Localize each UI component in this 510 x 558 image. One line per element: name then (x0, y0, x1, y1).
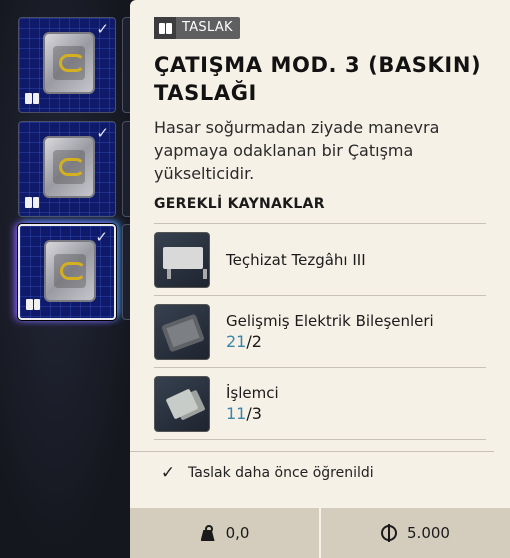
learned-check-icon: ✓ (96, 124, 109, 142)
divider (154, 367, 486, 368)
requirement-name: Gelişmiş Elektrik Bileşenleri (226, 312, 434, 330)
blueprint-crate-icon (43, 32, 95, 94)
processor-chip-icon (154, 376, 210, 432)
currency-icon (381, 524, 398, 542)
requirement-item: Teçhizat Tezgâhı III (154, 229, 486, 291)
tooltip-footer: 0,0 5.000 (130, 508, 510, 558)
inventory-slot-2[interactable]: ✓ (18, 121, 116, 217)
requirements-heading: GEREKLİ KAYNAKLAR (154, 196, 325, 212)
weight-icon (200, 525, 216, 541)
weight-value: 0,0 (225, 524, 250, 542)
circuit-board-icon (154, 304, 210, 360)
requirement-name: İşlemci (226, 384, 279, 402)
blueprint-book-icon (26, 299, 40, 310)
category-label: TASLAK (182, 20, 233, 35)
blueprint-book-icon (154, 17, 176, 39)
divider (154, 295, 486, 296)
item-description: Hasar soğurmadan ziyade manevra yapmaya … (154, 118, 440, 183)
requirement-name: Teçhizat Tezgâhı III (226, 251, 366, 269)
requirement-item: İşlemci 11/3 (154, 373, 486, 435)
learned-check-icon: ✓ (96, 20, 109, 38)
item-tooltip: TASLAK ÇATIŞMA MOD. 3 (BASKIN) TASLAĞI H… (130, 0, 510, 558)
requirement-item: Gelişmiş Elektrik Bileşenleri 21/2 (154, 301, 486, 363)
learned-check-icon: ✓ (95, 228, 108, 246)
quantity-needed: /2 (246, 332, 262, 351)
divider (154, 223, 486, 224)
divider (154, 439, 486, 440)
blueprint-crate-icon (43, 136, 95, 198)
requirement-quantity: 21/2 (226, 331, 434, 353)
weight-display: 0,0 (130, 508, 319, 558)
quantity-owned: 21 (226, 332, 247, 351)
item-title: ÇATIŞMA MOD. 3 (BASKIN) TASLAĞI (154, 53, 482, 105)
check-icon: ✓ (160, 463, 176, 483)
price-display: 5.000 (319, 508, 510, 558)
inventory-slot-1[interactable]: ✓ (18, 17, 116, 113)
blueprint-crate-icon (44, 240, 96, 302)
learned-status-text: Taslak daha önce öğrenildi (188, 465, 374, 481)
inventory-slot-3-selected[interactable]: ✓ (18, 224, 116, 320)
requirement-quantity: 11/3 (226, 403, 279, 425)
blueprint-book-icon (25, 93, 39, 104)
blueprint-book-icon (25, 197, 39, 208)
price-value: 5.000 (407, 524, 450, 542)
quantity-owned: 11 (226, 404, 247, 423)
divider (130, 451, 494, 452)
learned-status: ✓ Taslak daha önce öğrenildi (160, 463, 374, 483)
quantity-needed: /3 (246, 404, 262, 423)
workbench-icon (154, 232, 210, 288)
category-tag: TASLAK (154, 17, 240, 39)
